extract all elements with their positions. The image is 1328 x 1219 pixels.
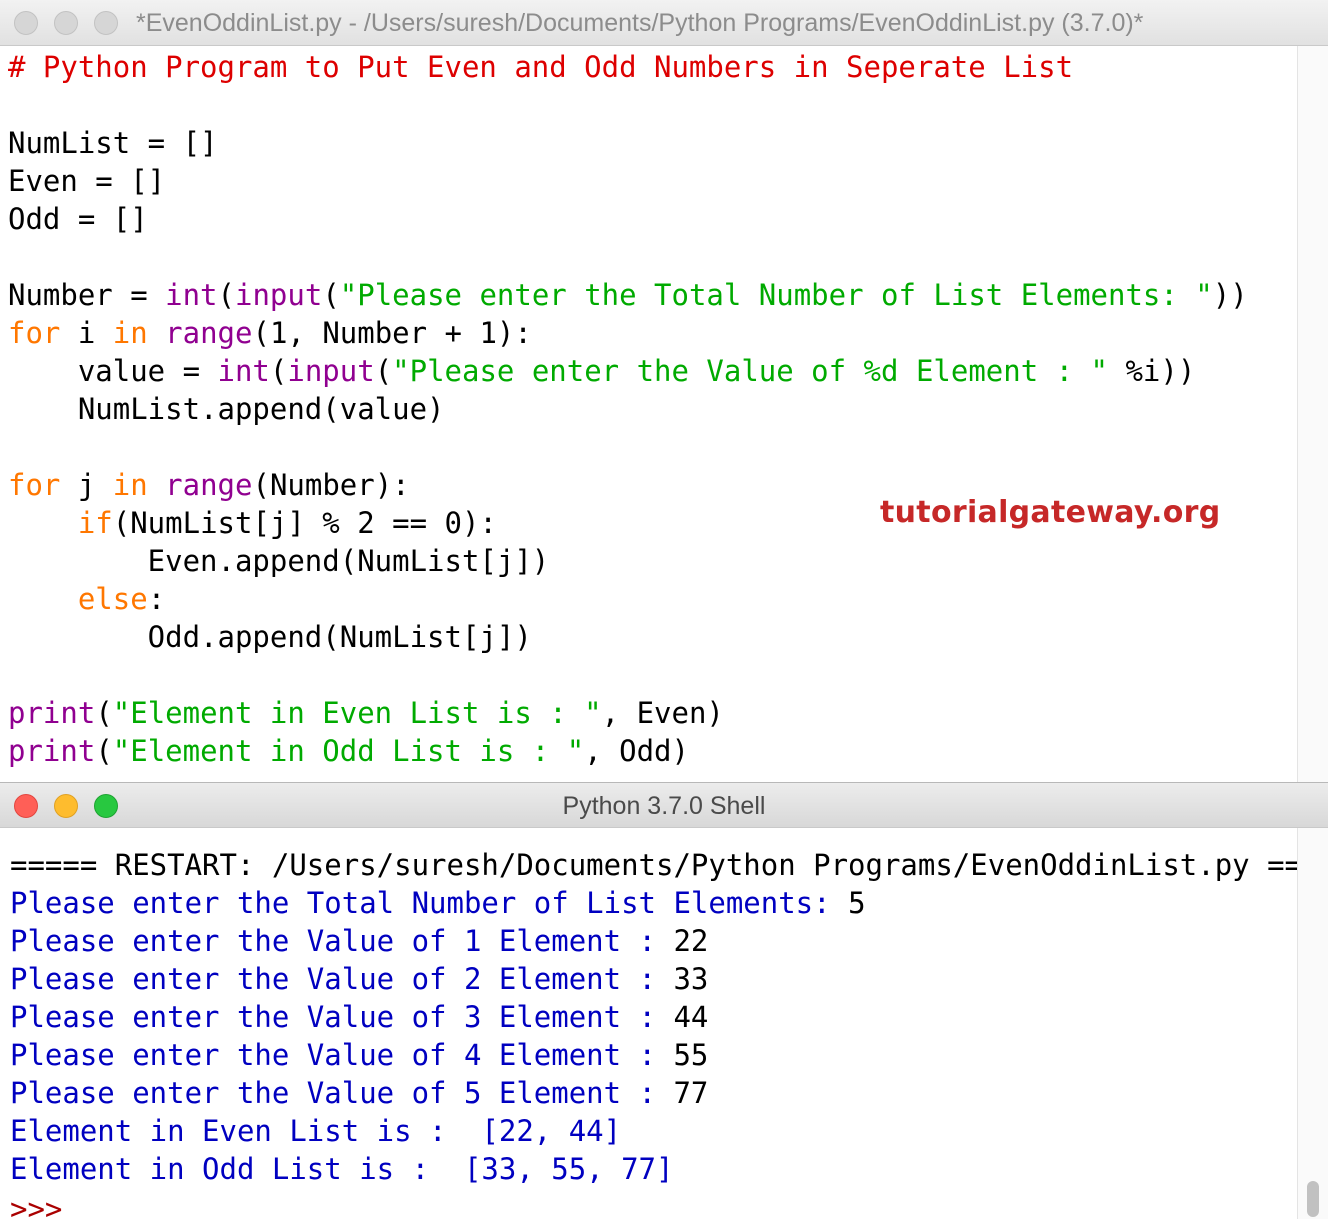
close-button[interactable] <box>14 11 38 35</box>
keyword-token: in <box>112 316 148 350</box>
shell-window-title: Python 3.7.0 Shell <box>562 792 766 820</box>
shell-prompt-partial: >>> <box>10 828 62 838</box>
code-token: )) <box>1212 278 1248 312</box>
builtin-token: int <box>217 354 270 388</box>
code-token: , Odd) <box>584 734 689 768</box>
shell-line: Please enter the Value of 2 Element : 33 <box>10 960 708 998</box>
code-token: (Number): <box>252 468 410 502</box>
input-value: 44 <box>673 1000 709 1034</box>
even-result-line: Element in Even List is : [22, 44] <box>10 1114 622 1148</box>
builtin-token: input <box>235 278 323 312</box>
keyword-token: for <box>8 468 61 502</box>
editor-window-title: *EvenOddinList.py - /Users/suresh/Docume… <box>136 9 1144 37</box>
shell-line: Please enter the Value of 4 Element : 55 <box>10 1036 708 1074</box>
code-line-16: Odd.append(NumList[j]) <box>8 620 532 654</box>
shell-line: Please enter the Value of 3 Element : 44 <box>10 998 708 1036</box>
code-line-18: print("Element in Even List is : ", Even… <box>8 694 724 732</box>
builtin-token: print <box>8 696 96 730</box>
string-token: "Element in Odd List is : " <box>112 734 585 768</box>
code-token: ( <box>322 278 340 312</box>
code-token: : <box>147 582 166 616</box>
editor-scrollbar[interactable] <box>1297 46 1328 782</box>
restart-line: ===== RESTART: /Users/suresh/Documents/P… <box>10 848 1328 882</box>
builtin-token: int <box>165 278 218 312</box>
input-prompt: Please enter the Value of 3 Element : <box>10 1000 674 1034</box>
shell-prompt[interactable]: >>> <box>10 1190 62 1219</box>
shell-line: Please enter the Total Number of List El… <box>10 884 866 922</box>
code-token: ( <box>374 354 393 388</box>
string-token: "Please enter the Value of %d Element : … <box>392 354 1108 388</box>
string-token: "Please enter the Total Number of List E… <box>339 278 1213 312</box>
builtin-token: range <box>165 316 253 350</box>
code-line-13: if(NumList[j] % 2 == 0): <box>8 504 497 542</box>
input-value: 33 <box>673 962 709 996</box>
input-prompt: Please enter the Value of 5 Element : <box>10 1076 674 1110</box>
input-value: 55 <box>673 1038 709 1072</box>
code-token: ( <box>95 696 113 730</box>
builtin-token: range <box>165 468 253 502</box>
shell-line: Please enter the Value of 1 Element : 22 <box>10 922 708 960</box>
code-token: %i)) <box>1108 354 1196 388</box>
code-token: Number = <box>8 278 166 312</box>
input-prompt: Please enter the Value of 4 Element : <box>10 1038 674 1072</box>
input-prompt: Please enter the Total Number of List El… <box>10 886 849 920</box>
shell-line: Please enter the Value of 5 Element : 77 <box>10 1074 708 1112</box>
keyword-token: else <box>77 582 148 616</box>
code-line-8: for i in range(1, Number + 1): <box>8 314 532 352</box>
watermark-text: tutorialgateway.org <box>880 495 1221 530</box>
shell-titlebar[interactable]: Python 3.7.0 Shell <box>0 782 1328 828</box>
code-line-1: # Python Program to Put Even and Odd Num… <box>8 50 1074 84</box>
minimize-button[interactable] <box>54 11 78 35</box>
code-token: (NumList[j] % 2 == 0): <box>112 506 497 540</box>
shell-scrollbar[interactable] <box>1297 828 1328 1219</box>
code-line-3: NumList = [] <box>8 126 218 160</box>
code-token: ( <box>217 278 235 312</box>
code-line-9: value = int(input("Please enter the Valu… <box>8 352 1195 390</box>
keyword-token: in <box>112 468 148 502</box>
input-value: 77 <box>673 1076 709 1110</box>
input-prompt: Please enter the Value of 1 Element : <box>10 924 674 958</box>
code-token: value = <box>8 354 218 388</box>
input-value: 5 <box>848 886 866 920</box>
code-line-14: Even.append(NumList[j]) <box>8 544 550 578</box>
code-line-4: Even = [] <box>8 164 166 198</box>
keyword-token: if <box>77 506 113 540</box>
code-line-7: Number = int(input("Please enter the Tot… <box>8 276 1248 314</box>
input-prompt: Please enter the Value of 2 Element : <box>10 962 674 996</box>
code-token: (1, Number + 1): <box>252 316 532 350</box>
odd-result-line: Element in Odd List is : [33, 55, 77] <box>10 1152 674 1186</box>
code-editor[interactable]: # Python Program to Put Even and Odd Num… <box>0 46 1328 782</box>
code-line-10: NumList.append(value) <box>8 392 445 426</box>
code-line-15: else: <box>8 580 165 618</box>
keyword-token: for <box>8 316 61 350</box>
code-token: j <box>60 468 113 502</box>
zoom-button[interactable] <box>94 11 118 35</box>
string-token: "Element in Even List is : " <box>112 696 602 730</box>
input-value: 22 <box>673 924 709 958</box>
code-token: ( <box>95 734 113 768</box>
code-token: ( <box>269 354 288 388</box>
code-line-5: Odd = [] <box>8 202 148 236</box>
builtin-token: input <box>287 354 375 388</box>
code-line-12: for j in range(Number): <box>8 466 410 504</box>
code-token: , Even) <box>601 696 724 730</box>
scrollbar-thumb[interactable] <box>1307 1181 1319 1217</box>
builtin-token: print <box>8 734 96 768</box>
editor-titlebar[interactable]: *EvenOddinList.py - /Users/suresh/Docume… <box>0 0 1328 46</box>
shell-output[interactable]: >>> ===== RESTART: /Users/suresh/Documen… <box>0 828 1328 1219</box>
code-line-19: print("Element in Odd List is : ", Odd) <box>8 732 689 770</box>
code-token: i <box>60 316 113 350</box>
